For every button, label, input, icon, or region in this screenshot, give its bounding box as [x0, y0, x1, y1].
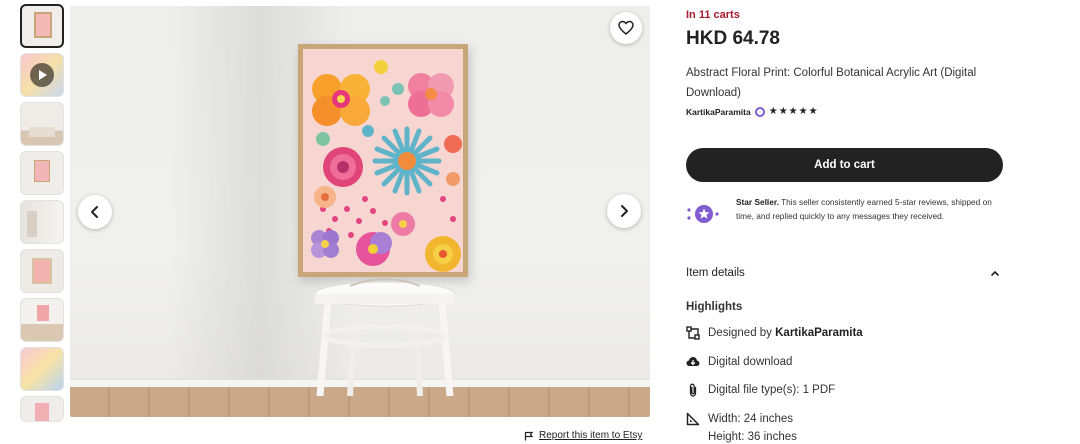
thumbnail-6[interactable] — [20, 249, 64, 293]
thumbnail-1[interactable] — [20, 4, 64, 48]
designed-by-prefix: Designed by — [708, 327, 776, 339]
favorite-button[interactable] — [610, 12, 642, 44]
star-seller-description: Star Seller. This seller consistently ea… — [736, 196, 1006, 232]
rating-stars-icon[interactable]: ★★★★★ — [769, 106, 819, 117]
designer-name: KartikaParamita — [775, 327, 863, 339]
star-seller-title: Star Seller. — [736, 197, 779, 207]
star-seller-notice: Star Seller. This seller consistently ea… — [686, 196, 1006, 232]
thumbnail-video[interactable] — [20, 53, 64, 97]
highlight-file-types: Digital file type(s): 1 PDF — [686, 383, 863, 397]
thumbnail-4[interactable] — [20, 151, 64, 195]
floral-artwork — [303, 49, 463, 272]
chevron-right-icon — [621, 205, 628, 217]
cloud-download-icon — [686, 356, 700, 366]
chevron-left-icon — [91, 206, 98, 218]
paperclip-icon — [689, 383, 697, 397]
add-to-cart-button[interactable]: Add to cart — [686, 148, 1003, 182]
highlights-heading: Highlights — [686, 301, 743, 313]
thumbnail-8[interactable] — [20, 347, 64, 391]
heart-icon — [618, 20, 634, 35]
width-text: Width: 24 inches — [708, 412, 794, 425]
report-item-link[interactable]: Report this item to Etsy — [524, 430, 642, 441]
highlight-digital-download: Digital download — [686, 355, 863, 369]
thumbnail-7[interactable] — [20, 298, 64, 342]
thumbnail-strip — [20, 4, 66, 427]
main-product-image — [70, 6, 650, 417]
play-icon — [30, 63, 54, 87]
ruler-triangle-icon — [686, 412, 700, 425]
thumbnail-5[interactable] — [20, 200, 64, 244]
framed-artwork — [298, 44, 468, 277]
white-chair — [314, 278, 456, 396]
next-image-button[interactable] — [607, 194, 641, 228]
highlights-list: Designed by KartikaParamita Digital down… — [686, 326, 863, 440]
item-details-toggle[interactable]: Item details — [686, 267, 1000, 279]
design-tool-icon — [686, 326, 700, 340]
listing-title: Abstract Floral Print: Colorful Botanica… — [686, 67, 977, 99]
seller-row: KartikaParamita ★★★★★ — [686, 106, 819, 117]
report-item-text[interactable]: Report this item to Etsy — [539, 430, 642, 441]
seller-name-link[interactable]: KartikaParamita — [686, 107, 751, 117]
height-text: Height: 36 inches — [708, 431, 797, 443]
item-details-label: Item details — [686, 267, 745, 279]
highlight-designed-by: Designed by KartikaParamita — [686, 326, 863, 340]
star-seller-icon — [686, 196, 720, 232]
price: HKD 64.78 — [686, 28, 780, 49]
flag-icon — [524, 431, 534, 440]
star-seller-badge-icon — [754, 106, 765, 117]
digital-download-text: Digital download — [708, 355, 793, 368]
chevron-up-icon — [991, 271, 999, 276]
file-types-text: Digital file type(s): 1 PDF — [708, 384, 836, 396]
in-carts-badge: In 11 carts — [686, 9, 740, 21]
previous-image-button[interactable] — [78, 195, 112, 229]
thumbnail-3[interactable] — [20, 102, 64, 146]
highlight-width: Width: 24 inches — [686, 412, 863, 426]
thumbnail-9[interactable] — [20, 396, 64, 422]
